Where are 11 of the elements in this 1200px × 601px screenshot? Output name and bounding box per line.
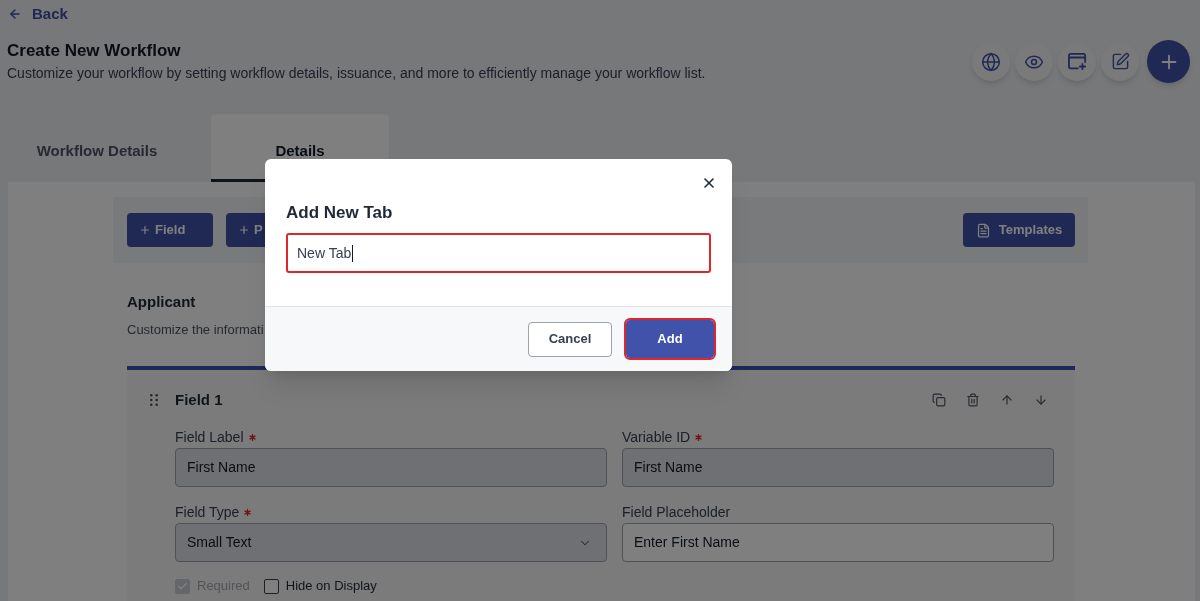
field-label: Field Placeholder: [622, 503, 731, 521]
field-label: Field Label: [175, 428, 244, 446]
checkbox-label: Hide on Display: [285, 577, 377, 595]
modal-title: Add New Tab: [286, 202, 393, 224]
section-description: Customize the informati: [127, 321, 264, 339]
page-title: Create New Workflow: [7, 41, 182, 61]
section-title: Applicant: [127, 292, 196, 312]
field-label: Variable ID: [622, 428, 691, 446]
field-title: Field 1: [175, 389, 223, 410]
page-subtitle: Customize your workflow by setting workflow details, issuance, and more to efficiently manage your workflow list.: [7, 64, 706, 83]
field-label: Field Type: [175, 503, 240, 521]
